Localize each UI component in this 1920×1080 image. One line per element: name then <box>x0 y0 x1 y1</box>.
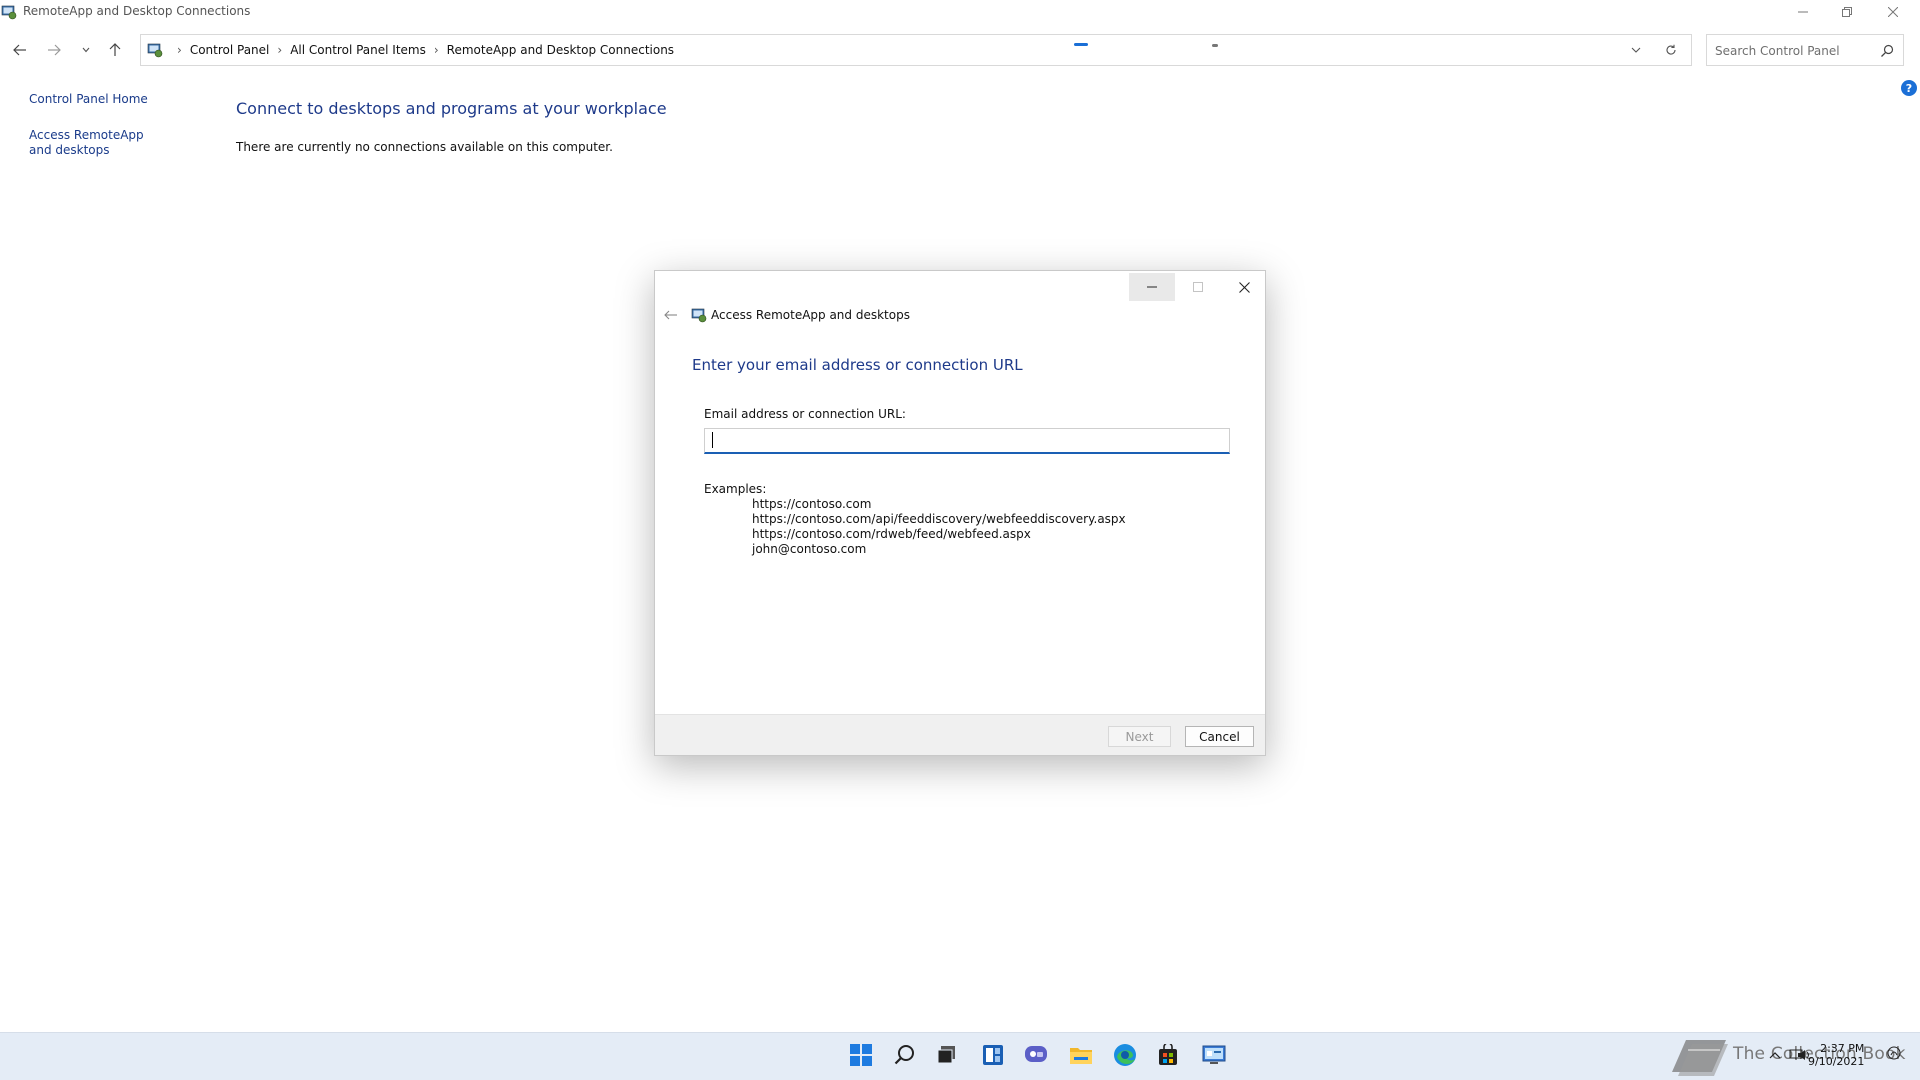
help-button[interactable]: ? <box>1901 80 1917 96</box>
dialog-title: Access RemoteApp and desktops <box>711 308 910 322</box>
refresh-button[interactable] <box>1660 40 1682 60</box>
widgets-icon <box>983 1045 1003 1065</box>
arrow-left-icon <box>13 44 26 56</box>
running-app-indicator <box>1212 44 1218 47</box>
maximize-icon <box>1193 282 1203 292</box>
email-url-input[interactable] <box>704 428 1230 454</box>
search-icon[interactable] <box>1879 43 1895 59</box>
remoteapp-icon <box>1 5 17 20</box>
status-message: There are currently no connections avail… <box>236 140 613 154</box>
refresh-icon <box>1666 44 1676 55</box>
taskbar-search-button[interactable] <box>892 1042 918 1068</box>
task-view-button[interactable] <box>934 1042 960 1068</box>
window-title: RemoteApp and Desktop Connections <box>23 4 251 18</box>
show-hidden-icons-button[interactable] <box>1769 1049 1781 1062</box>
navigation-bar: › Control Panel › All Control Panel Item… <box>0 34 1920 66</box>
store-icon <box>1159 1044 1177 1065</box>
task-view-icon <box>937 1046 955 1064</box>
notifications-button[interactable] <box>1887 1046 1901 1063</box>
list-item: https://contoso.com/rdweb/feed/webfeed.a… <box>752 527 1031 541</box>
text-caret <box>712 432 713 448</box>
breadcrumb-all-items[interactable]: All Control Panel Items <box>290 43 426 57</box>
chat-button[interactable] <box>1023 1042 1049 1068</box>
access-remoteapp-dialog: Access RemoteApp and desktops Enter your… <box>654 270 1266 756</box>
edge-button[interactable] <box>1112 1042 1138 1068</box>
clock[interactable]: 2:37 PM 9/10/2021 <box>1808 1042 1864 1068</box>
address-history-button[interactable] <box>1625 40 1647 60</box>
file-explorer-button[interactable] <box>1068 1042 1094 1068</box>
restore-button[interactable] <box>1826 0 1868 24</box>
active-app-indicator <box>1074 43 1088 46</box>
back-button[interactable] <box>9 40 31 60</box>
taskbar <box>0 1032 1920 1080</box>
search-placeholder: Search Control Panel <box>1715 44 1840 58</box>
dialog-close-button[interactable] <box>1221 273 1267 301</box>
remoteapp-icon <box>147 43 163 58</box>
breadcrumb-control-panel[interactable]: Control Panel <box>190 43 270 57</box>
dialog-footer: Next Cancel <box>655 714 1265 755</box>
dialog-back-button[interactable] <box>661 307 681 323</box>
recent-locations-button[interactable] <box>75 40 97 60</box>
chevron-down-icon <box>82 47 90 53</box>
examples-list: https://contoso.com https://contoso.com/… <box>752 497 1126 557</box>
search-icon <box>894 1045 914 1065</box>
breadcrumb-remoteapp[interactable]: RemoteApp and Desktop Connections <box>447 43 674 57</box>
chevron-up-icon <box>1769 1052 1781 1059</box>
chevron-right-icon: › <box>277 43 283 57</box>
chevron-down-icon <box>1631 47 1641 53</box>
minimize-icon <box>1798 11 1808 13</box>
dialog-maximize-button <box>1175 273 1221 301</box>
title-bar: RemoteApp and Desktop Connections <box>0 0 1920 24</box>
examples-label: Examples: <box>704 482 767 496</box>
chevron-right-icon: › <box>177 43 182 57</box>
forward-button[interactable] <box>43 40 65 60</box>
restore-icon <box>1842 7 1852 17</box>
clock-time: 2:37 PM <box>1820 1042 1865 1055</box>
control-panel-button[interactable] <box>1201 1042 1227 1068</box>
list-item: https://contoso.com/api/feeddiscovery/we… <box>752 512 1126 526</box>
breadcrumb: › Control Panel › All Control Panel Item… <box>169 35 674 65</box>
dialog-minimize-button[interactable] <box>1129 273 1175 301</box>
email-url-label: Email address or connection URL: <box>704 407 906 421</box>
start-icon <box>850 1044 872 1066</box>
chevron-right-icon: › <box>433 43 439 57</box>
store-button[interactable] <box>1155 1042 1181 1068</box>
arrow-right-icon <box>48 44 61 56</box>
minimize-button[interactable] <box>1782 0 1824 24</box>
chat-icon <box>1025 1046 1047 1062</box>
list-item: https://contoso.com <box>752 497 872 511</box>
cancel-button[interactable]: Cancel <box>1185 726 1254 747</box>
close-button[interactable] <box>1872 0 1914 24</box>
file-explorer-icon <box>1070 1048 1092 1064</box>
up-button[interactable] <box>104 40 126 60</box>
remoteapp-icon <box>691 308 707 323</box>
clock-date: 9/10/2021 <box>1808 1055 1865 1068</box>
next-button[interactable]: Next <box>1108 726 1171 747</box>
sidebar-item-access-remoteapp[interactable]: Access RemoteApp and desktops <box>29 128 169 158</box>
dialog-heading: Enter your email address or connection U… <box>692 356 1023 374</box>
notification-icon <box>1887 1046 1901 1060</box>
list-item: john@contoso.com <box>752 542 867 556</box>
page-title: Connect to desktops and programs at your… <box>236 99 667 118</box>
arrow-left-icon <box>664 310 677 320</box>
close-icon <box>1888 7 1898 17</box>
arrow-up-icon <box>109 43 121 56</box>
widgets-button[interactable] <box>980 1042 1006 1068</box>
sidebar-item-control-panel-home[interactable]: Control Panel Home <box>29 92 148 107</box>
start-button[interactable] <box>848 1042 874 1068</box>
address-bar[interactable]: › Control Panel › All Control Panel Item… <box>140 34 1692 66</box>
minimize-icon <box>1147 286 1157 288</box>
search-box[interactable]: Search Control Panel <box>1706 34 1904 66</box>
edge-icon <box>1114 1044 1136 1066</box>
control-panel-icon <box>1202 1045 1226 1064</box>
close-icon <box>1238 281 1250 293</box>
